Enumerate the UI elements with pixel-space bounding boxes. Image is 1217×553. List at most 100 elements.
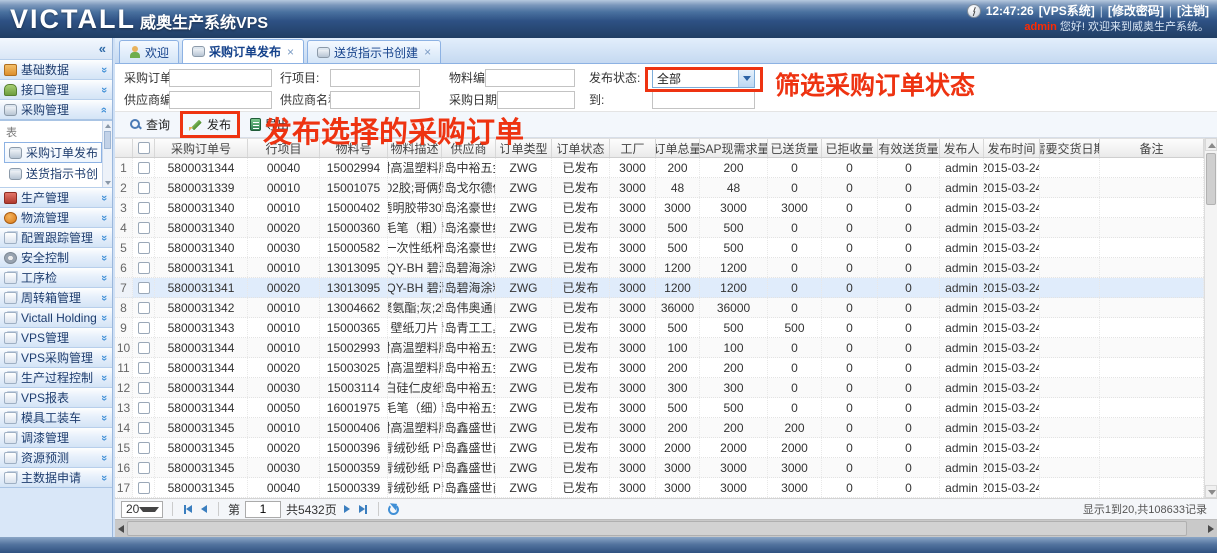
row-checkbox[interactable] — [138, 262, 150, 274]
column-header[interactable]: 行项目 — [248, 139, 320, 157]
vertical-scrollbar[interactable] — [1204, 138, 1217, 498]
scroll-left-arrow[interactable] — [118, 525, 124, 533]
page-number-input[interactable] — [245, 501, 281, 518]
first-page-button[interactable] — [182, 503, 194, 516]
horizontal-scrollbar[interactable] — [115, 519, 1217, 537]
row-checkbox[interactable] — [138, 482, 150, 494]
sidebar-item[interactable]: 物流管理» — [0, 207, 112, 228]
table-row[interactable]: 1258000313440003015003114白硅仁皮纸青岛中裕五金ZWG已… — [115, 378, 1204, 398]
row-checkbox[interactable] — [138, 402, 150, 414]
sidebar-submenu-item[interactable]: 送货指示书创 — [4, 163, 102, 184]
column-header[interactable]: 物料号 — [320, 139, 388, 157]
column-header[interactable]: 物料描述 — [388, 139, 442, 157]
row-checkbox[interactable] — [138, 442, 150, 454]
column-header[interactable]: 供应商 — [442, 139, 496, 157]
sidebar-collapse-button[interactable]: « — [0, 38, 112, 60]
table-row[interactable]: 658000313410001013013095XQY-BH 碧海青岛碧海涂料Z… — [115, 258, 1204, 278]
link-change-password[interactable]: [修改密码] — [1108, 4, 1164, 19]
sidebar-item[interactable]: 生产管理» — [0, 187, 112, 208]
column-header[interactable]: 已送货量 — [768, 139, 822, 157]
select-all-checkbox[interactable] — [138, 142, 150, 154]
table-row[interactable]: 258000313390001015001075302胶;哥俩好青岛戈尔德保ZW… — [115, 178, 1204, 198]
column-header[interactable]: 已拒收量 — [822, 139, 878, 157]
table-row[interactable]: 358000313400001015000402透明胶带30n青岛洺豪世纪ZWG… — [115, 198, 1204, 218]
scroll-up-arrow[interactable] — [105, 124, 111, 128]
sidebar-item[interactable]: 模具工装车» — [0, 407, 112, 428]
column-header[interactable]: 备注 — [1100, 139, 1204, 157]
row-checkbox[interactable] — [138, 242, 150, 254]
sidebar-item[interactable]: 配置跟踪管理» — [0, 227, 112, 248]
sidebar-item[interactable]: 采购管理» — [0, 99, 112, 120]
table-row[interactable]: 958000313430001015000365壁纸刀片青岛青工工具ZWG已发布… — [115, 318, 1204, 338]
row-checkbox[interactable] — [138, 382, 150, 394]
sidebar-item[interactable]: Victall Holding» — [0, 307, 112, 328]
column-header[interactable]: 工厂 — [610, 139, 656, 157]
row-checkbox[interactable] — [138, 182, 150, 194]
sidebar-item[interactable]: VPS采购管理» — [0, 347, 112, 368]
table-row[interactable]: 1758000313450004015000339青绒砂纸 P2青岛鑫盛世商ZW… — [115, 478, 1204, 498]
submenu-scrollbar[interactable] — [102, 121, 112, 188]
filter-input[interactable] — [497, 91, 575, 109]
table-row[interactable]: 1058000313440001015002993耐高温塑料胶青岛中裕五金ZWG… — [115, 338, 1204, 358]
scroll-right-arrow[interactable] — [1208, 525, 1214, 533]
row-checkbox[interactable] — [138, 222, 150, 234]
table-row[interactable]: 1158000313440002015003025耐高温塑料胶青岛中裕五金ZWG… — [115, 358, 1204, 378]
export-button[interactable]: 导出 — [244, 114, 295, 135]
column-header[interactable]: 订单状态 — [552, 139, 610, 157]
tab-item[interactable]: 欢迎 — [119, 40, 179, 63]
filter-input[interactable] — [485, 69, 575, 87]
tab-active[interactable]: 采购订单发布× — [182, 39, 304, 63]
sidebar-item[interactable]: 安全控制» — [0, 247, 112, 268]
filter-input[interactable] — [169, 69, 272, 87]
sidebar-item[interactable]: 资源预测» — [0, 447, 112, 468]
table-row[interactable]: 1558000313450002015000396青绒砂纸 P1青岛鑫盛世商ZW… — [115, 438, 1204, 458]
link-logout[interactable]: [注销] — [1177, 4, 1209, 19]
tab-item[interactable]: 送货指示书创建× — [307, 40, 441, 63]
sidebar-item[interactable]: 主数据申请» — [0, 467, 112, 488]
sidebar-submenu-item[interactable]: 采购订单发布 — [4, 142, 102, 163]
scroll-down-arrow[interactable] — [1205, 485, 1217, 498]
table-row[interactable]: 858000313420001013004662聚氨酯;灰;22青岛伟奥通自ZW… — [115, 298, 1204, 318]
column-header[interactable]: SAP现需求量 — [700, 139, 768, 157]
column-header[interactable]: 订单类型 — [496, 139, 552, 157]
row-checkbox[interactable] — [138, 342, 150, 354]
close-icon[interactable]: × — [287, 45, 294, 59]
column-header[interactable]: 发布人 — [940, 139, 984, 157]
row-checkbox[interactable] — [138, 282, 150, 294]
sidebar-item[interactable]: VPS报表» — [0, 387, 112, 408]
table-row[interactable]: 1458000313450001015000406耐高温塑料胶青岛鑫盛世商ZWG… — [115, 418, 1204, 438]
refresh-icon[interactable] — [388, 504, 399, 515]
row-checkbox[interactable] — [138, 462, 150, 474]
last-page-button[interactable] — [357, 503, 369, 516]
table-row[interactable]: 1358000313440005016001975毛笔（细）青岛中裕五金ZWG已… — [115, 398, 1204, 418]
table-row[interactable]: 458000313400002015000360毛笔（粗）青岛洺豪世纪ZWG已发… — [115, 218, 1204, 238]
table-row[interactable]: 158000313440004015002994耐高温塑料胶青岛中裕五金ZWG已… — [115, 158, 1204, 178]
column-header[interactable]: 有效送货量 — [878, 139, 940, 157]
column-header[interactable]: 采购订单号 — [155, 139, 248, 157]
column-header[interactable]: 订单总量 — [656, 139, 700, 157]
sidebar-item[interactable]: 工序检» — [0, 267, 112, 288]
table-row[interactable]: 558000313400003015000582一次性纸杯青岛洺豪世纪ZWG已发… — [115, 238, 1204, 258]
scroll-thumb[interactable] — [104, 131, 111, 149]
filter-input[interactable] — [330, 91, 420, 109]
row-checkbox[interactable] — [138, 362, 150, 374]
row-checkbox[interactable] — [138, 202, 150, 214]
close-icon[interactable]: × — [424, 45, 431, 59]
next-page-button[interactable] — [342, 503, 352, 515]
scroll-up-arrow[interactable] — [1205, 138, 1217, 151]
page-size-select[interactable]: 20 — [121, 501, 163, 518]
row-checkbox[interactable] — [138, 322, 150, 334]
sidebar-item[interactable]: 生产过程控制» — [0, 367, 112, 388]
row-checkbox[interactable] — [138, 162, 150, 174]
vertical-scroll-thumb[interactable] — [1206, 153, 1216, 205]
sidebar-item[interactable]: 基础数据» — [0, 59, 112, 80]
sidebar-item[interactable]: 接口管理» — [0, 79, 112, 100]
link-vps-system[interactable]: [VPS系统] — [1039, 4, 1095, 19]
sidebar-item[interactable]: 周转箱管理» — [0, 287, 112, 308]
table-row[interactable]: 1658000313450003015000359青绒砂纸 P3青岛鑫盛世商ZW… — [115, 458, 1204, 478]
sidebar-item[interactable]: VPS管理» — [0, 327, 112, 348]
filter-input[interactable] — [169, 91, 272, 109]
filter-input[interactable] — [652, 91, 755, 109]
table-row[interactable]: 758000313410002013013095XQY-BH 碧海青岛碧海涂料Z… — [115, 278, 1204, 298]
column-header[interactable]: 发布时间 — [984, 139, 1040, 157]
